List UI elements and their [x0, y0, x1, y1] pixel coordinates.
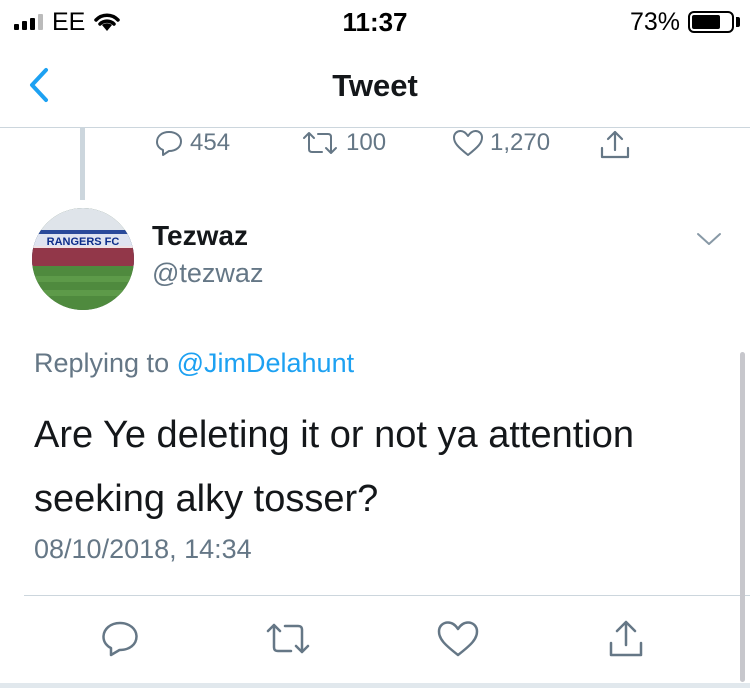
replying-to-line: Replying to @JimDelahunt [34, 348, 354, 379]
author-handle[interactable]: @tezwaz [152, 258, 263, 289]
tweet-timestamp: 08/10/2018, 14:34 [34, 534, 252, 564]
avatar-banner-text: RANGERS FC [47, 236, 120, 248]
retweet-icon [303, 132, 337, 154]
navigation-bar: Tweet [0, 42, 750, 128]
page-title: Tweet [332, 68, 418, 103]
share-icon [600, 130, 630, 159]
reply-count: 454 [190, 129, 231, 156]
parent-share-button[interactable] [598, 128, 632, 162]
chevron-down-icon[interactable] [694, 228, 724, 250]
like-icon[interactable] [436, 618, 480, 660]
divider [24, 595, 750, 596]
bottom-edge [0, 683, 750, 688]
reply-icon [156, 131, 182, 156]
parent-tweet-stats: 454 100 1,270 [0, 128, 750, 164]
reply-icon[interactable] [99, 618, 141, 660]
tweet-text: Are Ye deleting it or not ya attention s… [34, 414, 634, 520]
status-bar: EE 11:37 73% [0, 0, 750, 42]
replying-to-label: Replying to [34, 348, 170, 378]
battery-percentage: 73% [629, 8, 680, 36]
avatar[interactable]: RANGERS FC [32, 208, 134, 310]
parent-reply-count[interactable]: 454 [154, 128, 230, 158]
like-icon [453, 130, 483, 156]
parent-retweet-count[interactable]: 100 [300, 128, 386, 158]
author-display-name[interactable]: Tezwaz [152, 220, 248, 252]
battery-tip [736, 17, 740, 27]
replying-to-mention[interactable]: @JimDelahunt [177, 348, 354, 378]
scrollbar[interactable] [740, 352, 745, 682]
share-icon[interactable] [605, 618, 647, 660]
parent-like-count[interactable]: 1,270 [452, 128, 550, 158]
retweet-count: 100 [346, 129, 387, 156]
retweet-icon[interactable] [264, 618, 312, 660]
like-count: 1,270 [490, 129, 551, 156]
avatar-image: RANGERS FC [32, 208, 134, 310]
battery-icon [688, 11, 734, 33]
